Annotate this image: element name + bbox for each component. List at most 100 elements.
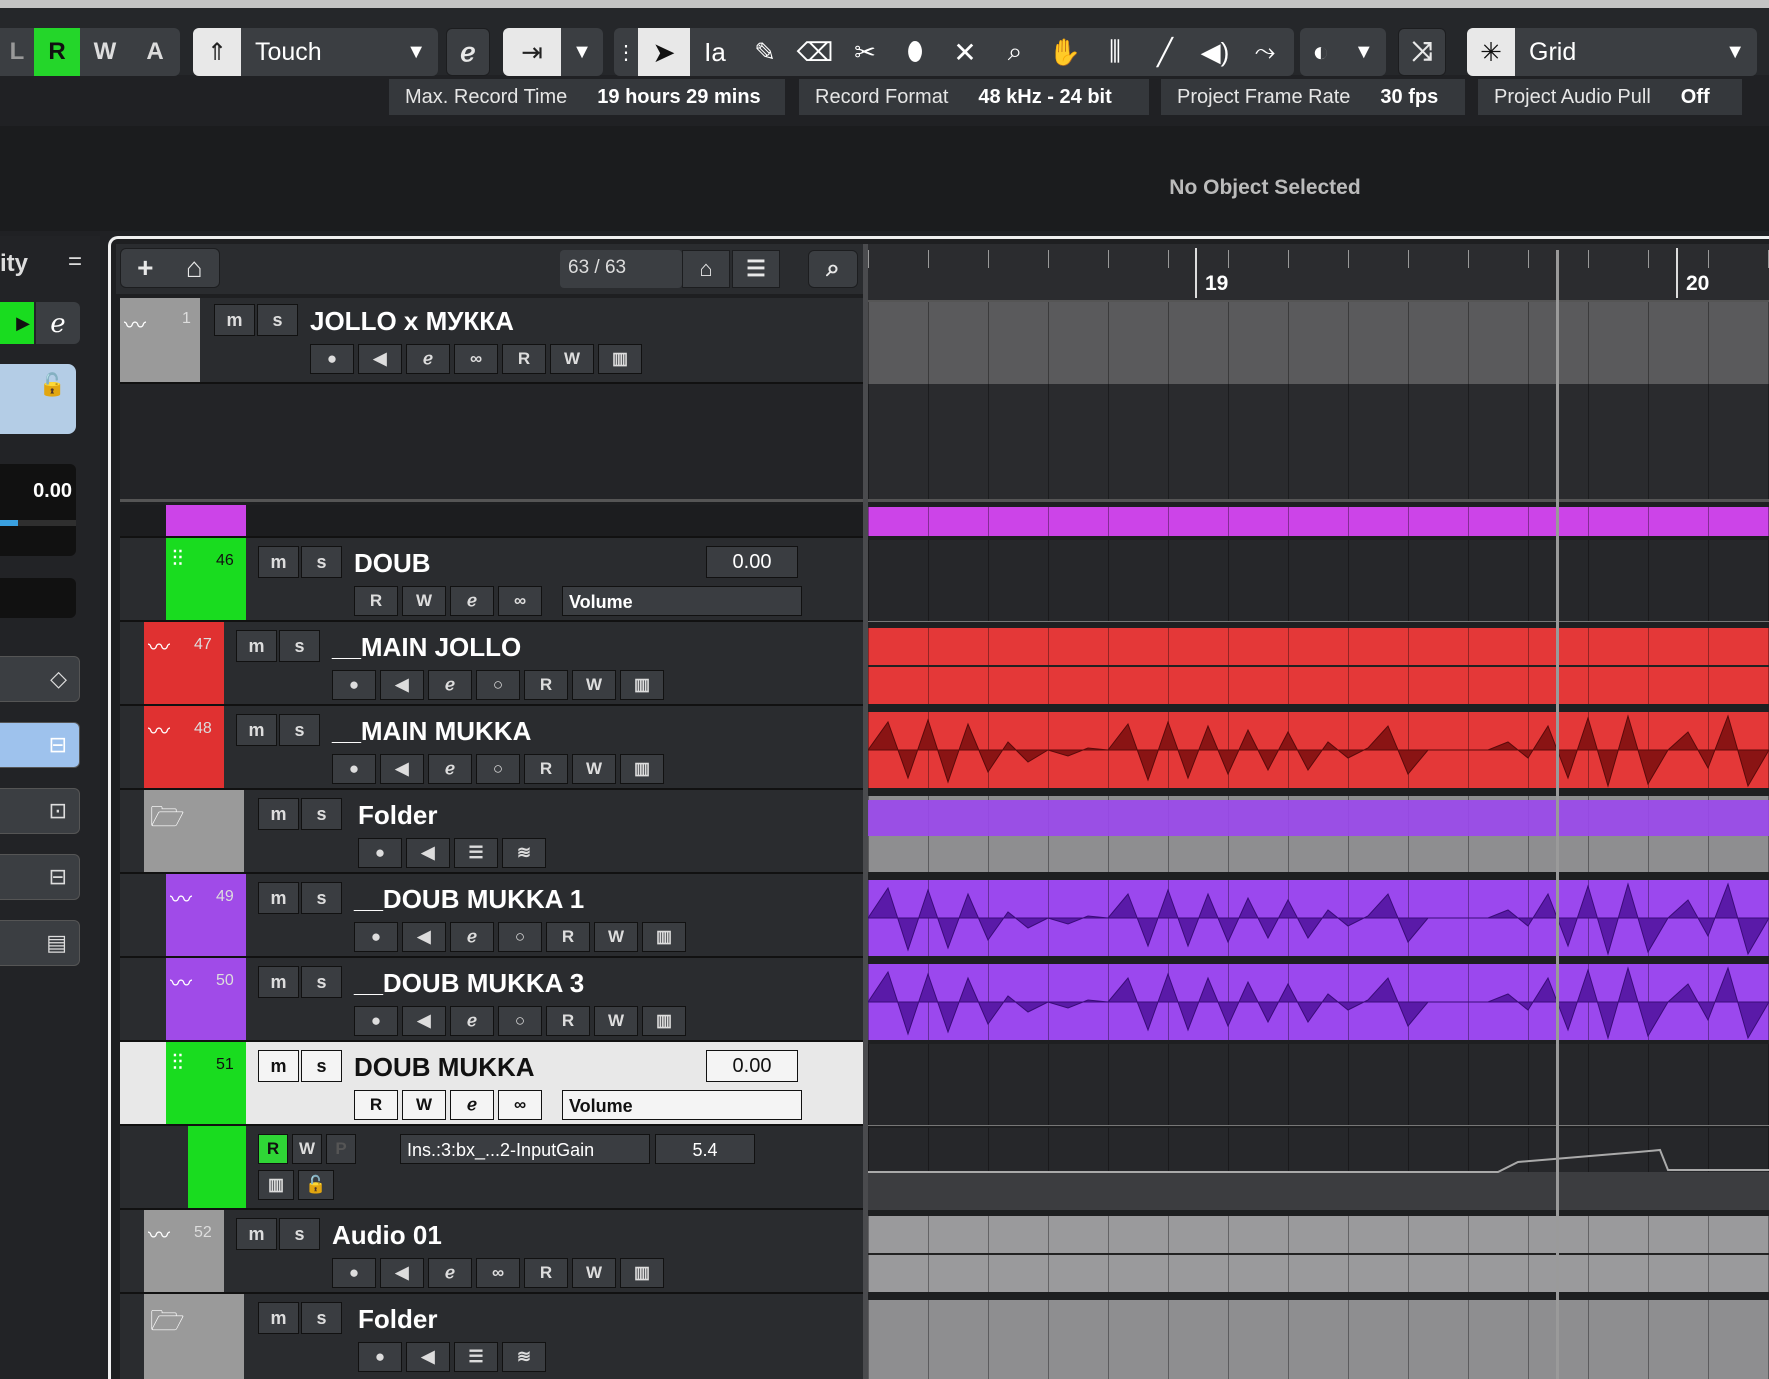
monitor-icon[interactable]: ◀ — [380, 1258, 424, 1288]
mute-button[interactable]: m — [236, 630, 277, 662]
edit-icon[interactable]: ℯ — [450, 586, 494, 616]
inspector-field[interactable] — [0, 578, 76, 618]
track-name[interactable]: DOUB — [354, 548, 431, 579]
solo-button[interactable]: s — [301, 546, 342, 578]
notepad-icon[interactable]: ▤ — [0, 920, 80, 966]
draw-icon[interactable]: ✎ — [740, 37, 790, 68]
read-button[interactable]: R — [354, 1090, 398, 1120]
automation-mode-select[interactable]: ⇑ Touch ▼ — [193, 28, 438, 76]
info-record-format[interactable]: Record Format 48 kHz - 24 bit — [799, 79, 1149, 115]
inspector-volume-display[interactable]: 0.00 — [0, 464, 76, 556]
automation-mode-r[interactable]: R — [34, 28, 80, 76]
solo-button[interactable]: s — [301, 1302, 342, 1334]
lock-icon[interactable]: 🔓 — [298, 1170, 334, 1200]
automation-param[interactable]: Volume — [562, 586, 802, 616]
lane-icon[interactable]: ▥ — [620, 1258, 664, 1288]
record-icon[interactable]: ● — [332, 754, 376, 784]
drag-mode-select[interactable]: ⇥ ▼ — [503, 28, 603, 76]
inspector-menu-icon[interactable]: = — [68, 248, 82, 276]
solo-button[interactable]: s — [301, 798, 342, 830]
mute-button[interactable]: m — [214, 304, 255, 336]
solo-button[interactable]: s — [301, 882, 342, 914]
track-name[interactable]: __MAIN MUKKA — [332, 716, 531, 747]
object-selection-icon[interactable]: ➤ — [638, 28, 690, 76]
track-name[interactable]: DOUB MUKKA — [354, 1052, 535, 1083]
hand-icon[interactable]: ✋ — [1040, 37, 1090, 68]
solo-button[interactable]: s — [279, 630, 320, 662]
record-icon[interactable]: ● — [332, 670, 376, 700]
automation-icon[interactable]: ≋ — [502, 838, 546, 868]
read-button[interactable]: R — [524, 754, 568, 784]
solo-button[interactable]: s — [301, 1050, 342, 1082]
write-button[interactable]: W — [594, 1006, 638, 1036]
mute-button[interactable]: m — [236, 714, 277, 746]
link-icon[interactable]: ∞ — [498, 1090, 542, 1120]
list-icon[interactable]: ☰ — [454, 1342, 498, 1372]
read-button[interactable]: R — [354, 586, 398, 616]
lane-icon[interactable]: ▥ — [598, 344, 642, 374]
visibility-home-icon[interactable]: ⌂ — [682, 250, 730, 288]
mute-button[interactable]: m — [258, 546, 299, 578]
record-icon[interactable]: ● — [358, 838, 402, 868]
split-icon[interactable]: ✂ — [840, 37, 890, 68]
list-icon[interactable]: ☰ — [454, 838, 498, 868]
solo-button[interactable]: s — [301, 966, 342, 998]
track-name[interactable]: Folder — [358, 800, 437, 831]
line-icon[interactable]: ╱ — [1140, 37, 1190, 68]
monitor-icon[interactable]: ◀ — [380, 670, 424, 700]
track-name[interactable]: Folder — [358, 1304, 437, 1335]
record-icon[interactable]: ● — [354, 922, 398, 952]
monitor-icon[interactable]: ◀ — [402, 1006, 446, 1036]
automation-param[interactable]: Volume — [562, 1090, 802, 1120]
play-icon[interactable]: ◀) — [1190, 37, 1240, 68]
monitor-icon[interactable]: ◀ — [358, 344, 402, 374]
track-row-selected[interactable]: ⫶⫶ 51 ms DOUB MUKKA 0.00 R Wℯ ∞ Volume — [120, 1042, 863, 1126]
lane-icon[interactable]: ▥ — [258, 1170, 294, 1200]
comp-icon[interactable]: ⫼ — [1090, 36, 1140, 68]
track-row[interactable]: 🗁 ms Folder ● ◀ ☰ ≋ — [120, 1294, 863, 1379]
inspector-read-button[interactable]: ℯ — [36, 302, 80, 344]
automation-track-row[interactable]: RWP Ins.:3:bx_...2-InputGain 5.4 ▥ 🔓 — [120, 1126, 863, 1210]
track-row[interactable]: 〰 52 ms Audio 01 ● ◀ ℯ ∞ R W ▥ — [120, 1210, 863, 1294]
lane-icon[interactable]: ▥ — [620, 670, 664, 700]
search-icon[interactable]: ⌕ — [808, 250, 858, 288]
link-icon[interactable]: ○ — [476, 754, 520, 784]
write-button[interactable]: W — [292, 1134, 323, 1164]
display-icon[interactable]: ⊡ — [0, 788, 80, 834]
write-button[interactable]: W — [572, 1258, 616, 1288]
track-row[interactable]: 〰 1 ms JOLLO x МУККА ● ◀ ℯ ∞ R W ▥ — [120, 298, 863, 384]
add-track-button[interactable]: + ⌂ — [120, 248, 220, 288]
track-list-icon[interactable]: ☰ — [732, 250, 780, 288]
link-icon[interactable]: ∞ — [476, 1258, 520, 1288]
track-name[interactable]: __MAIN JOLLO — [332, 632, 521, 663]
playhead-cursor[interactable] — [1556, 250, 1559, 1379]
mute-button[interactable]: m — [258, 1050, 299, 1082]
glue-icon[interactable]: ⬮ — [890, 36, 940, 68]
edit-icon[interactable]: ℯ — [428, 754, 472, 784]
inspector-volume-slider[interactable] — [0, 520, 76, 526]
automation-mode-w[interactable]: W — [80, 28, 130, 76]
erase-icon[interactable]: ⌫ — [790, 37, 840, 68]
write-button[interactable]: W — [572, 754, 616, 784]
track-row[interactable]: 〰 47 ms __MAIN JOLLO ● ◀ ℯ ○ R W ▥ — [120, 622, 863, 706]
diamond-icon[interactable]: ◇ — [0, 656, 80, 702]
lane-icon[interactable]: ▥ — [642, 922, 686, 952]
zoom-icon[interactable]: ⌕ — [990, 36, 1040, 68]
solo-button[interactable]: s — [279, 1218, 320, 1250]
suspend-read-button[interactable]: ℯ — [446, 28, 490, 76]
lane-icon[interactable]: ▥ — [642, 1006, 686, 1036]
volume-field[interactable]: 0.00 — [706, 546, 798, 578]
info-audio-pull[interactable]: Project Audio Pull Off — [1478, 79, 1742, 115]
color-icon[interactable]: ⤳ — [1240, 36, 1290, 68]
read-button[interactable]: R — [524, 1258, 568, 1288]
folder-icon[interactable]: 🗁 — [150, 1300, 185, 1348]
edit-icon[interactable]: ℯ — [450, 1090, 494, 1120]
automation-mode-a[interactable]: A — [130, 28, 180, 76]
volume-field[interactable]: 0.00 — [706, 1050, 798, 1082]
edit-icon[interactable]: ℯ — [450, 1006, 494, 1036]
edit-icon[interactable]: ℯ — [428, 670, 472, 700]
edit-icon[interactable]: ℯ — [406, 344, 450, 374]
edit-icon[interactable]: ℯ — [450, 922, 494, 952]
tracklist-divider[interactable] — [863, 244, 868, 1379]
monitor-icon[interactable]: ◀ — [402, 922, 446, 952]
